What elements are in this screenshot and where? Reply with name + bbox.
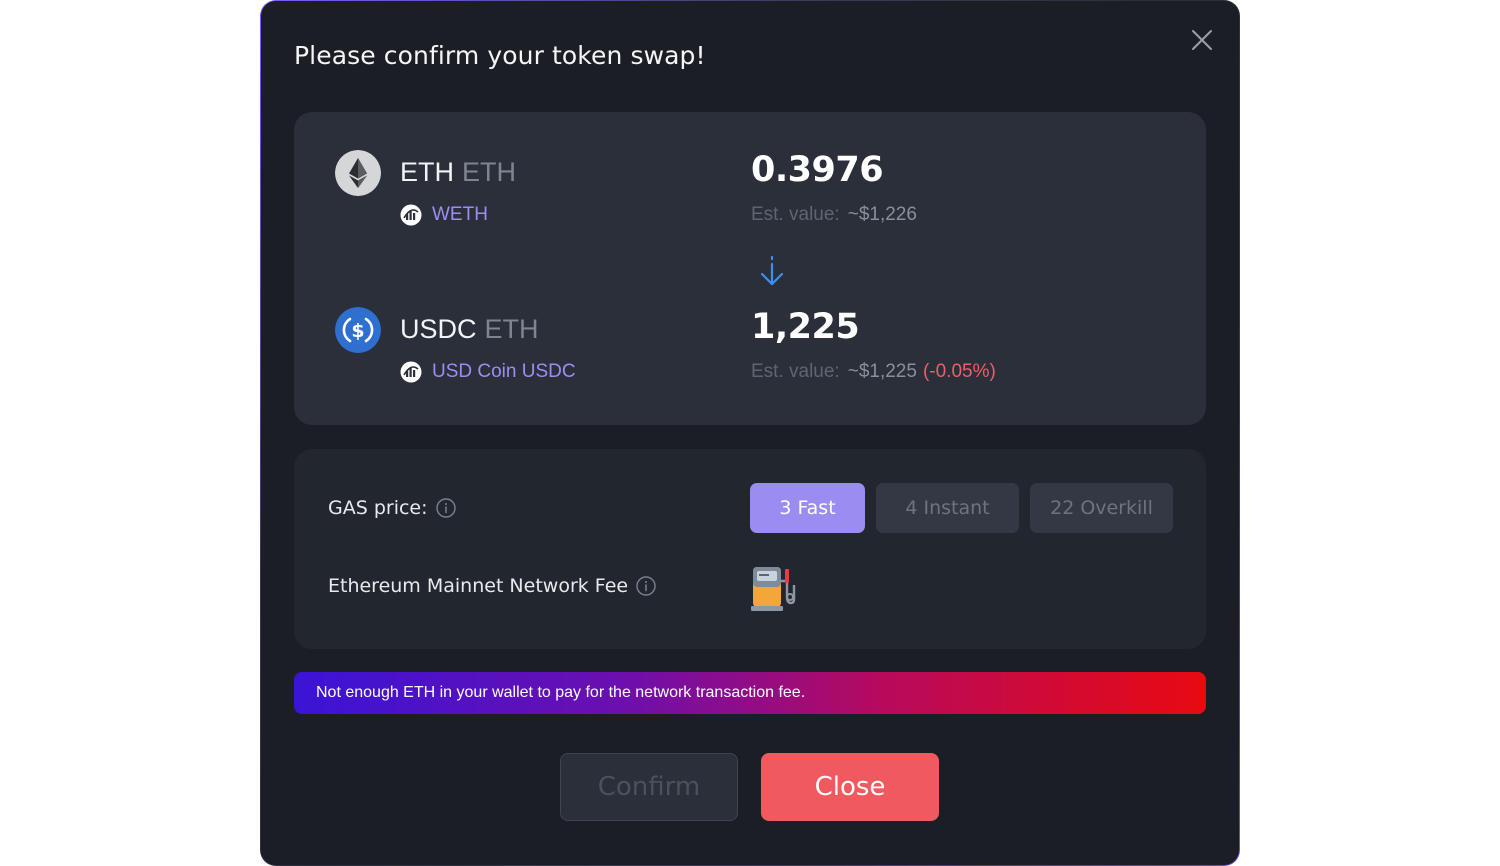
info-icon[interactable] — [435, 498, 456, 518]
warning-text: Not enough ETH in your wallet to pay for… — [316, 684, 806, 701]
ethereum-icon — [335, 150, 381, 196]
from-token-chain: ETH — [462, 157, 516, 187]
gas-price-row: GAS price: — [328, 497, 456, 519]
from-est-amount: ~$1,226 — [847, 204, 917, 225]
to-est-change: (-0.05%) — [922, 361, 996, 382]
wrap-icon — [400, 361, 422, 383]
gas-pump-icon — [751, 567, 796, 611]
to-token-symbol: USDC — [400, 314, 477, 344]
gas-price-label: GAS price: — [328, 497, 428, 519]
to-amount: 1,225 — [751, 307, 860, 347]
info-icon[interactable] — [636, 576, 656, 596]
svg-text:$: $ — [351, 320, 364, 342]
swap-confirm-dialog: Please confirm your token swap! ETH ETH — [261, 1, 1239, 865]
from-est-label: Est. value: — [751, 204, 840, 225]
confirm-button[interactable]: Confirm — [560, 753, 738, 821]
swap-summary-card: ETH ETH WETH 0.3976 Est. value: ~$1,226 — [294, 112, 1206, 425]
wrap-icon — [400, 204, 422, 226]
to-token-chain: ETH — [484, 314, 539, 344]
usdc-icon: $ — [335, 307, 381, 353]
gas-option-instant[interactable]: 4 Instant — [876, 483, 1019, 533]
from-est-value: Est. value: ~$1,226 — [751, 204, 917, 226]
swap-confirm-dialog-frame: Please confirm your token swap! ETH ETH — [260, 0, 1240, 866]
from-token-sub: WETH — [400, 204, 488, 226]
to-token-name: USDC ETH — [400, 314, 539, 345]
gas-option-fast[interactable]: 3 Fast — [750, 483, 865, 533]
close-button[interactable]: Close — [761, 753, 939, 821]
from-token-symbol: ETH — [400, 157, 454, 187]
to-token-sub-label[interactable]: USD Coin USDC — [432, 361, 576, 383]
close-icon[interactable] — [1189, 27, 1215, 53]
dialog-title: Please confirm your token swap! — [294, 41, 706, 70]
network-fee-row: Ethereum Mainnet Network Fee — [328, 575, 656, 597]
to-est-value: Est. value: ~$1,225 (-0.05%) — [751, 361, 996, 383]
gas-settings-card: GAS price: 3 Fast 4 Instant 22 Overkill … — [294, 449, 1206, 649]
from-token-name: ETH ETH — [400, 157, 516, 188]
to-token-sub: USD Coin USDC — [400, 361, 576, 383]
arrow-down-icon — [760, 255, 784, 286]
network-fee-label: Ethereum Mainnet Network Fee — [328, 575, 629, 597]
to-est-amount: ~$1,225 — [847, 361, 917, 382]
from-token-sub-label[interactable]: WETH — [432, 204, 488, 226]
to-est-label: Est. value: — [751, 361, 840, 382]
gas-option-overkill[interactable]: 22 Overkill — [1030, 483, 1173, 533]
insufficient-funds-warning: Not enough ETH in your wallet to pay for… — [294, 672, 1206, 714]
from-amount: 0.3976 — [751, 150, 884, 190]
